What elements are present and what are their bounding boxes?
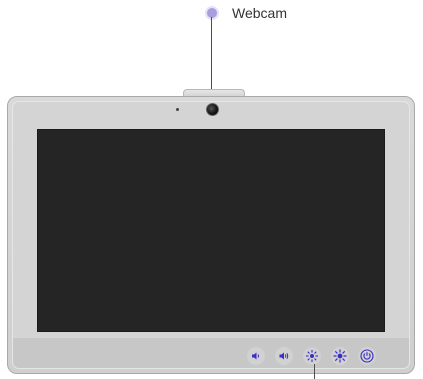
volume-down-button[interactable] [247,347,265,365]
callout-label: Webcam [232,5,287,21]
volume-down-icon [250,350,262,362]
brightness-up-button[interactable] [331,347,349,365]
display-screen [37,129,385,332]
brightness-down-icon [305,349,319,363]
webcam-lens [206,103,219,116]
brightness-up-icon [333,349,347,363]
power-button[interactable] [358,347,376,365]
volume-up-icon [278,350,290,362]
brightness-down-button[interactable] [303,347,321,365]
volume-up-button[interactable] [275,347,293,365]
power-icon [360,349,374,363]
callout-dot [207,8,217,18]
control-strip [13,338,409,368]
microphone-dot [176,108,179,111]
bottom-callout-line [314,364,315,379]
